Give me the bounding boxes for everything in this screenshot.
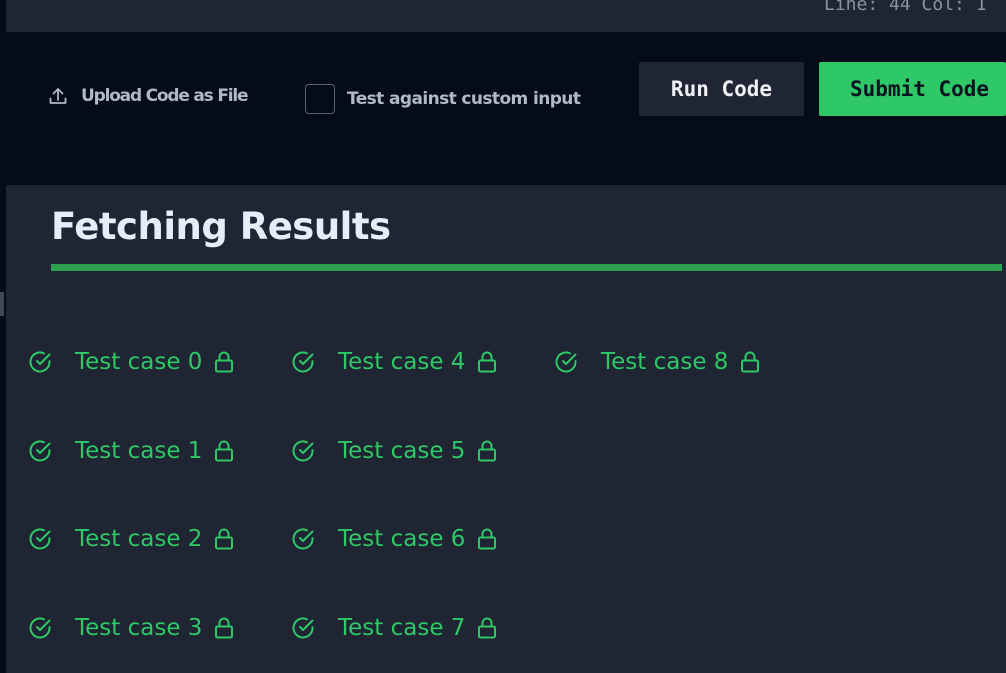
cursor-position: Line: 44 Col: 1 [824, 0, 987, 15]
test-case-label: Test case 2 [75, 526, 203, 552]
check-circle-icon [292, 440, 314, 462]
check-circle-icon [29, 351, 51, 373]
lock-icon [478, 528, 496, 550]
code-editor-page: Line: 44 Col: 1 Upload Code as File Test… [0, 0, 1006, 673]
custom-input-toggle[interactable]: Test against custom input [305, 84, 581, 114]
lock-icon [215, 351, 233, 373]
custom-input-checkbox[interactable] [305, 84, 335, 114]
test-case-item[interactable]: Test case 1 [27, 436, 235, 466]
check-circle-icon [292, 351, 314, 373]
test-case-label: Test case 1 [75, 438, 203, 464]
upload-icon [49, 88, 67, 104]
test-case-label: Test case 8 [601, 349, 729, 375]
test-case-label: Test case 7 [338, 615, 466, 641]
lock-icon [478, 617, 496, 639]
side-panel-handle[interactable] [0, 292, 4, 316]
lock-icon [478, 440, 496, 462]
lock-icon [215, 440, 233, 462]
results-panel: Fetching Results [6, 185, 1006, 673]
check-circle-icon [292, 617, 314, 639]
lock-icon [478, 351, 496, 373]
check-circle-icon [29, 440, 51, 462]
test-case-item[interactable]: Test case 5 [290, 436, 498, 466]
custom-input-label[interactable]: Test against custom input [347, 89, 581, 109]
test-case-label: Test case 0 [75, 349, 203, 375]
check-circle-icon [555, 351, 577, 373]
lock-icon [741, 351, 759, 373]
check-circle-icon [292, 528, 314, 550]
test-case-label: Test case 5 [338, 438, 466, 464]
lock-icon [215, 528, 233, 550]
results-progress-bar [51, 264, 1002, 271]
test-case-item[interactable]: Test case 2 [27, 524, 235, 554]
submit-code-button[interactable]: Submit Code [819, 62, 1006, 116]
test-case-item[interactable]: Test case 8 [553, 347, 761, 377]
test-case-item[interactable]: Test case 4 [290, 347, 498, 377]
results-title: Fetching Results [51, 205, 391, 248]
test-case-label: Test case 4 [338, 349, 466, 375]
check-circle-icon [29, 528, 51, 550]
run-code-button[interactable]: Run Code [639, 62, 804, 116]
test-case-item[interactable]: Test case 6 [290, 524, 498, 554]
test-case-label: Test case 6 [338, 526, 466, 552]
test-case-item[interactable]: Test case 3 [27, 613, 235, 643]
editor-status-bar: Line: 44 Col: 1 [6, 0, 1006, 32]
check-circle-icon [29, 617, 51, 639]
lock-icon [215, 617, 233, 639]
test-case-label: Test case 3 [75, 615, 203, 641]
test-case-item[interactable]: Test case 0 [27, 347, 235, 377]
test-case-item[interactable]: Test case 7 [290, 613, 498, 643]
upload-code-label: Upload Code as File [81, 86, 249, 106]
upload-code-button[interactable]: Upload Code as File [48, 84, 249, 108]
